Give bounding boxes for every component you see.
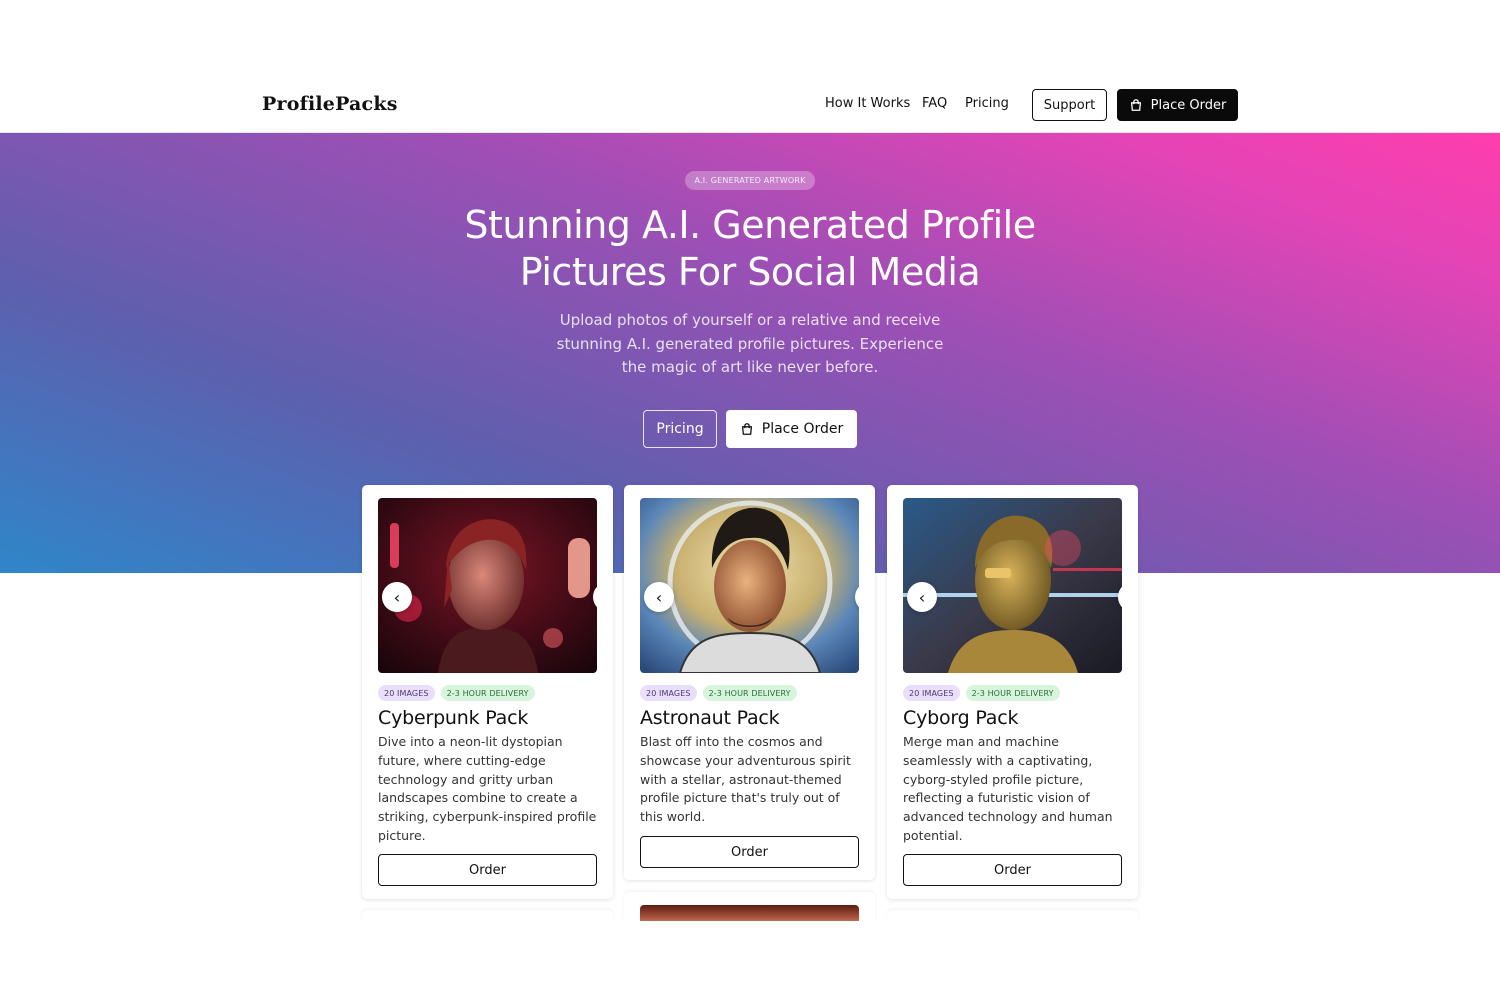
card-tags: 20 IMAGES 2-3 HOUR DELIVERY bbox=[640, 685, 797, 701]
hero-subtitle-line-3: the magic of art like never before. bbox=[621, 358, 879, 376]
chevron-left-icon[interactable]: ‹ bbox=[644, 582, 674, 612]
card-description: Blast off into the cosmos and showcase y… bbox=[640, 734, 851, 825]
hero-title-line-2: Pictures For Social Media bbox=[519, 250, 981, 294]
hero-subtitle: Upload photos of yourself or a relative … bbox=[540, 309, 960, 380]
card-tags: 20 IMAGES 2-3 HOUR DELIVERY bbox=[378, 685, 535, 701]
delivery-time-badge: 2-3 HOUR DELIVERY bbox=[702, 685, 797, 701]
product-card-cyborg: ‹ › 20 IMAGES 2-3 HOUR DELIVERY Cyborg P… bbox=[887, 485, 1138, 899]
chevron-left-icon[interactable]: ‹ bbox=[382, 582, 412, 612]
product-image-astronaut[interactable]: ‹ › bbox=[640, 498, 859, 673]
product-card-peek bbox=[624, 892, 875, 922]
chevron-left-icon[interactable]: ‹ bbox=[907, 582, 937, 612]
order-cyborg-button[interactable]: Order bbox=[903, 854, 1122, 886]
card-description: Dive into a neon-lit dystopian future, w… bbox=[378, 734, 597, 843]
hero-place-order-button[interactable]: Place Order bbox=[726, 410, 857, 448]
hero-title-line-1: Stunning A.I. Generated Profile bbox=[464, 203, 1036, 247]
order-cyberpunk-button[interactable]: Order bbox=[378, 854, 597, 886]
nav-place-order-label: Place Order bbox=[1150, 97, 1227, 113]
nav-place-order-button[interactable]: Place Order bbox=[1117, 89, 1238, 121]
card-tags: 20 IMAGES 2-3 HOUR DELIVERY bbox=[903, 685, 1060, 701]
hero-badge: A.I. GENERATED ARTWORK bbox=[685, 171, 815, 190]
shopping-bag-icon bbox=[741, 423, 752, 435]
shopping-bag-icon bbox=[1130, 99, 1141, 111]
product-card-astronaut: ‹ › 20 IMAGES 2-3 HOUR DELIVERY Astronau… bbox=[624, 485, 875, 880]
delivery-time-badge: 2-3 HOUR DELIVERY bbox=[965, 685, 1060, 701]
order-astronaut-button[interactable]: Order bbox=[640, 836, 859, 868]
card-title: Cyborg Pack bbox=[903, 707, 1019, 729]
images-count-badge: 20 IMAGES bbox=[378, 685, 435, 701]
hero-pricing-button[interactable]: Pricing bbox=[643, 410, 717, 448]
card-title: Cyberpunk Pack bbox=[378, 707, 529, 729]
hero-subtitle-line-1: Upload photos of yourself or a relative … bbox=[559, 311, 941, 329]
images-count-badge: 20 IMAGES bbox=[640, 685, 697, 701]
product-image-cyborg[interactable]: ‹ › bbox=[903, 498, 1122, 673]
card-description: Merge man and machine seamlessly with a … bbox=[903, 734, 1113, 843]
delivery-time-badge: 2-3 HOUR DELIVERY bbox=[440, 685, 535, 701]
brand-logo[interactable]: ProfilePacks bbox=[262, 93, 398, 115]
nav-link-faq[interactable]: FAQ bbox=[922, 96, 947, 111]
hero-place-order-label: Place Order bbox=[761, 421, 844, 437]
hero-title: Stunning A.I. Generated Profile Pictures… bbox=[400, 202, 1100, 296]
product-image-cyberpunk[interactable]: ‹ › bbox=[378, 498, 597, 673]
images-count-badge: 20 IMAGES bbox=[903, 685, 960, 701]
hero-subtitle-line-2: stunning A.I. generated profile pictures… bbox=[556, 334, 944, 353]
nav-link-how-it-works[interactable]: How It Works bbox=[825, 96, 910, 111]
card-title: Astronaut Pack bbox=[640, 707, 780, 729]
product-card-cyberpunk: ‹ › 20 IMAGES 2-3 HOUR DELIVERY Cyberpun… bbox=[362, 485, 613, 899]
product-image-peek[interactable] bbox=[640, 905, 859, 922]
top-navbar: ProfilePacks How It Works FAQ Pricing Su… bbox=[0, 0, 1500, 133]
nav-link-pricing[interactable]: Pricing bbox=[965, 96, 1009, 111]
viewport-bottom bbox=[0, 921, 1500, 1000]
support-button[interactable]: Support bbox=[1032, 89, 1107, 121]
